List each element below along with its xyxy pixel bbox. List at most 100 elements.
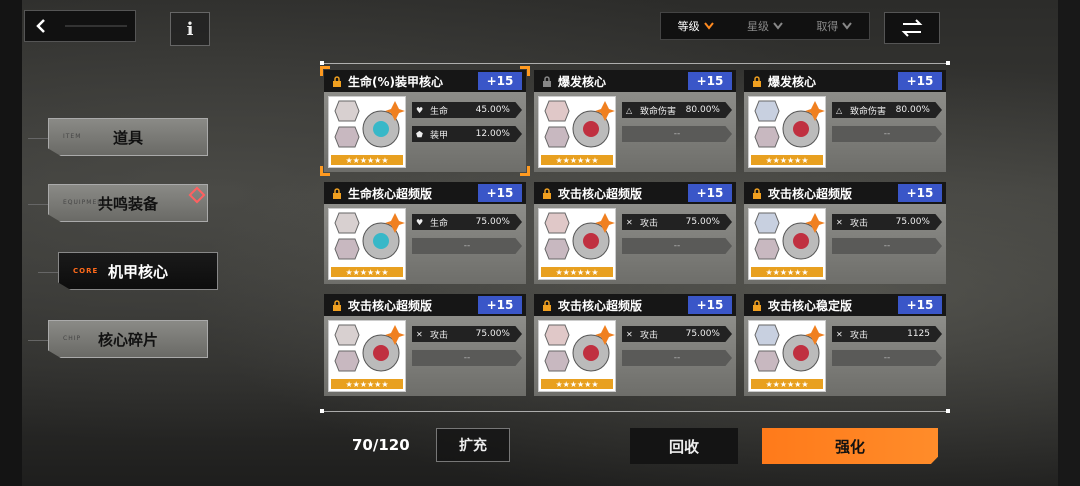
empty-stat-slot: --: [622, 350, 732, 366]
stat-name: 攻击: [850, 330, 869, 341]
core-card-body: ★★★★★★ ✕ 攻击 75.00% --: [324, 316, 526, 396]
menu-item-label: 机甲核心: [107, 263, 168, 281]
menu-item-label: 道具: [112, 129, 143, 147]
empty-stat-label: --: [883, 129, 891, 139]
stat-name: 致命伤害: [850, 106, 887, 117]
stat-row: ✕ 攻击 1125: [832, 326, 942, 342]
core-portrait: ★★★★★★: [748, 96, 826, 168]
stat-name: 致命伤害: [640, 106, 677, 117]
swords-icon: ✕: [416, 329, 423, 339]
core-card-header: 生命(%)装甲核心 +15: [324, 70, 526, 92]
empty-stat-slot: --: [412, 350, 522, 366]
chevron-down-icon: [842, 22, 853, 30]
swap-arrows-icon: [901, 19, 923, 37]
core-card-body: ★★★★★★ ♥ 生命 75.00% --: [324, 204, 526, 284]
core-artwork-image: [544, 100, 615, 148]
stat-row: ✕ 攻击 75.00%: [832, 214, 942, 230]
star-rating: ★★★★★★: [751, 155, 823, 165]
core-card-body: ★★★★★★ ✕ 攻击 1125 --: [744, 316, 946, 396]
recycle-button[interactable]: 回收: [630, 428, 738, 464]
selection-corner: [320, 66, 330, 76]
core-card[interactable]: 生命核心超频版 +15 ★★★★★★ ♥ 生命 75.00% --: [324, 182, 526, 284]
lock-icon: [753, 75, 761, 87]
stat-name: 攻击: [430, 330, 449, 341]
grid-frame-corner: [946, 409, 950, 413]
sort-level[interactable]: 等级: [661, 18, 730, 34]
swap-order-button[interactable]: [884, 12, 940, 44]
core-card[interactable]: 攻击核心超频版 +15 ★★★★★★ ✕ 攻击 75.00% --: [744, 182, 946, 284]
core-card[interactable]: 爆发核心 +15 ★★★★★★ △ 致命伤害 80.00% --: [744, 70, 946, 172]
stat-row: △ 致命伤害 80.00%: [622, 102, 732, 118]
core-card-body: ★★★★★★ ✕ 攻击 75.00% --: [534, 204, 736, 284]
menu-item-item[interactable]: ITEM 道具: [48, 118, 208, 156]
menu-item-chip[interactable]: CHIP 核心碎片: [48, 320, 208, 358]
stat-name: 生命: [430, 218, 449, 229]
sort-acquired[interactable]: 取得: [800, 18, 869, 34]
menu-connector-line: [28, 138, 50, 139]
stat-value: 1125: [907, 329, 930, 339]
warning-icon: △: [626, 105, 633, 115]
selection-corner: [520, 166, 530, 176]
core-card[interactable]: 攻击核心超频版 +15 ★★★★★★ ✕ 攻击 75.00% --: [534, 294, 736, 396]
back-button[interactable]: [24, 10, 136, 42]
stat-name: 攻击: [640, 330, 659, 341]
core-card[interactable]: 攻击核心稳定版 +15 ★★★★★★ ✕ 攻击 1125 --: [744, 294, 946, 396]
heart-icon: ♥: [416, 105, 424, 115]
core-card-name: 生命核心超频版: [348, 186, 433, 201]
core-card-name: 爆发核心: [558, 74, 607, 89]
sort-stars[interactable]: 星级: [730, 18, 799, 34]
stat-name: 生命: [430, 106, 449, 117]
enhance-level-badge: +15: [688, 296, 732, 314]
menu-connector-line: [28, 204, 50, 205]
core-card[interactable]: 生命(%)装甲核心 +15 ★★★★★★ ♥ 生命 45.00% ⬟ 装甲 12.00%: [320, 66, 530, 176]
grid-frame-bottom: [322, 411, 950, 412]
menu-item-equipment[interactable]: EQUIPMENT 共鸣装备: [48, 184, 208, 222]
core-card-name: 生命(%)装甲核心: [348, 74, 443, 89]
lock-icon: [333, 187, 341, 199]
lock-icon: [543, 187, 551, 199]
sort-acquired-label: 取得: [816, 20, 839, 33]
empty-stat-label: --: [463, 241, 471, 251]
core-card-header: 生命核心超频版 +15: [324, 182, 526, 204]
star-rating: ★★★★★★: [331, 379, 403, 389]
core-card[interactable]: 攻击核心超频版 +15 ★★★★★★ ✕ 攻击 75.00% --: [534, 182, 736, 284]
empty-stat-label: --: [883, 241, 891, 251]
stat-row: ✕ 攻击 75.00%: [622, 326, 732, 342]
warning-icon: △: [836, 105, 843, 115]
core-card-header: 爆发核心 +15: [744, 70, 946, 92]
lock-icon: [543, 299, 551, 311]
core-artwork-image: [754, 100, 825, 148]
stat-value: 45.00%: [475, 105, 510, 115]
enhance-button[interactable]: 强化: [762, 428, 938, 464]
inventory-capacity: 70/120: [352, 436, 410, 454]
star-rating: ★★★★★★: [331, 267, 403, 277]
stat-value: 80.00%: [685, 105, 720, 115]
core-card[interactable]: 爆发核心 +15 ★★★★★★ △ 致命伤害 80.00% --: [534, 70, 736, 172]
unlock-icon: [543, 75, 551, 87]
enhance-level-badge: +15: [688, 72, 732, 90]
expand-button[interactable]: 扩充: [436, 428, 510, 462]
empty-stat-label: --: [463, 353, 471, 363]
core-card-header: 攻击核心稳定版 +15: [744, 294, 946, 316]
core-card-name: 攻击核心超频版: [558, 186, 643, 201]
menu-item-core[interactable]: CORE 机甲核心: [58, 252, 218, 290]
core-card[interactable]: 攻击核心超频版 +15 ★★★★★★ ✕ 攻击 75.00% --: [324, 294, 526, 396]
chevron-down-icon: [703, 22, 714, 30]
grid-frame-corner: [320, 61, 324, 65]
core-portrait: ★★★★★★: [538, 208, 616, 280]
info-button[interactable]: i: [170, 12, 210, 46]
core-card-name: 攻击核心超频版: [768, 186, 853, 201]
core-portrait: ★★★★★★: [328, 96, 406, 168]
empty-stat-label: --: [673, 353, 681, 363]
core-card-header: 攻击核心超频版 +15: [534, 294, 736, 316]
core-artwork-image: [754, 324, 825, 372]
core-artwork-image: [754, 212, 825, 260]
star-rating: ★★★★★★: [751, 267, 823, 277]
grid-frame-top: [322, 63, 950, 64]
core-card-name: 攻击核心超频版: [558, 298, 643, 313]
core-artwork-image: [334, 100, 405, 148]
enhance-level-badge: +15: [688, 184, 732, 202]
menu-connector-line: [38, 272, 60, 273]
stat-row: ✕ 攻击 75.00%: [622, 214, 732, 230]
core-artwork-image: [334, 212, 405, 260]
